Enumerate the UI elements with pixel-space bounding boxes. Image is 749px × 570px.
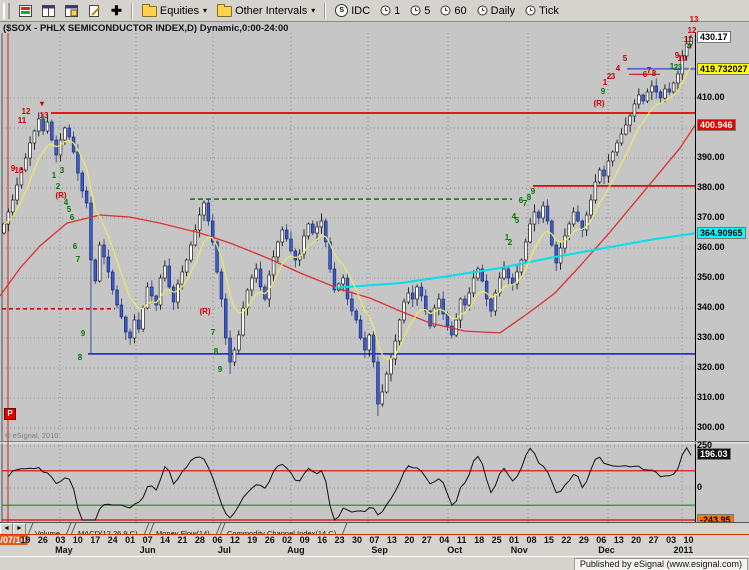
axis-label: 410.00 [697,92,725,102]
axis-label: 419.732027 [697,63,749,75]
count-annotation: 4 [615,64,621,73]
yellow-moving-average [3,65,692,360]
cci-line [7,446,692,521]
count-annotation: 2 [507,238,513,247]
count-annotation: 2 [55,182,61,191]
month-label: Jun [139,545,156,555]
chart-canvas[interactable] [0,0,749,570]
axis-label: 310.00 [697,392,725,402]
month-label: Aug [287,545,305,555]
axis-label: 320.00 [697,362,725,372]
count-annotation: 5 [514,216,520,225]
count-annotation: 6 [72,242,78,251]
axis-label: 350.00 [697,272,725,282]
count-annotation: 8 [213,347,219,356]
count-annotation: 9 [217,365,223,374]
count-annotation: 3 [59,166,65,175]
axis-label: 330.00 [697,332,725,342]
axis-label: 430.17 [697,31,731,43]
count-annotation: 7 [75,255,81,264]
month-label: May [55,545,73,555]
count-annotation: 3 [610,72,616,81]
count-annotation: (R) [593,99,605,108]
count-annotation: 6 [69,213,75,222]
month-label: Sep [371,545,388,555]
month-label: Oct [447,545,463,555]
chart-title: ($SOX - PHLX SEMICONDUCTOR INDEX,D) Dyna… [3,23,289,34]
axis-label: 364.90965 [697,227,746,239]
axis-label: 360.00 [697,242,725,252]
cyan-moving-average [334,232,696,289]
status-bar: Published by eSignal (www.esignal.com) [0,556,749,570]
count-annotation: (R) [199,307,211,316]
count-annotation: 9 [600,87,606,96]
count-annotation: 9 [530,187,536,196]
axis-label: 340.00 [697,302,725,312]
axis-label: 300.00 [697,422,725,432]
count-annotation: 7 [210,328,216,337]
axis-label: 380.00 [697,182,725,192]
count-annotation: 10 [677,54,687,63]
axis-label: 390.00 [697,152,725,162]
count-annotation: 5 [622,54,628,63]
count-annotation: 8 [77,353,83,362]
copyright-text: © eSignal, 2010 [5,431,59,440]
count-annotation: 7 [646,66,652,75]
count-annotation: 12 [21,107,31,116]
axis-label: 0 [697,482,703,492]
count-annotation: 1 [51,171,57,180]
axis-label: 400.946 [697,119,736,131]
period-marker: P [4,408,16,420]
count-annotation: 8 [651,69,657,78]
count-annotation: (R) [55,191,67,200]
count-annotation: 3 [677,63,683,72]
count-annotation: ▾ [39,99,45,108]
count-annotation: 13 [39,111,49,120]
month-label: Jul [217,545,231,555]
published-by-label: Published by eSignal (www.esignal.com) [573,558,748,570]
count-annotation: 10 [14,166,24,175]
month-label: Nov [510,545,528,555]
esignal-chart-window: ✚ Equities ▾ Other Intervals ▾ S IDC 1 5 60 Daily T… [0,0,749,570]
count-annotation: 12 [687,26,697,35]
axis-label: 196.03 [697,448,731,460]
count-annotation: 11 [17,116,27,125]
month-label: Dec [598,545,615,555]
count-annotation: 13 [689,15,699,24]
month-label: 2011 [673,545,694,555]
count-annotation: 9 [80,329,86,338]
count-annotation: 4 [686,42,692,51]
axis-label: 370.00 [697,212,725,222]
